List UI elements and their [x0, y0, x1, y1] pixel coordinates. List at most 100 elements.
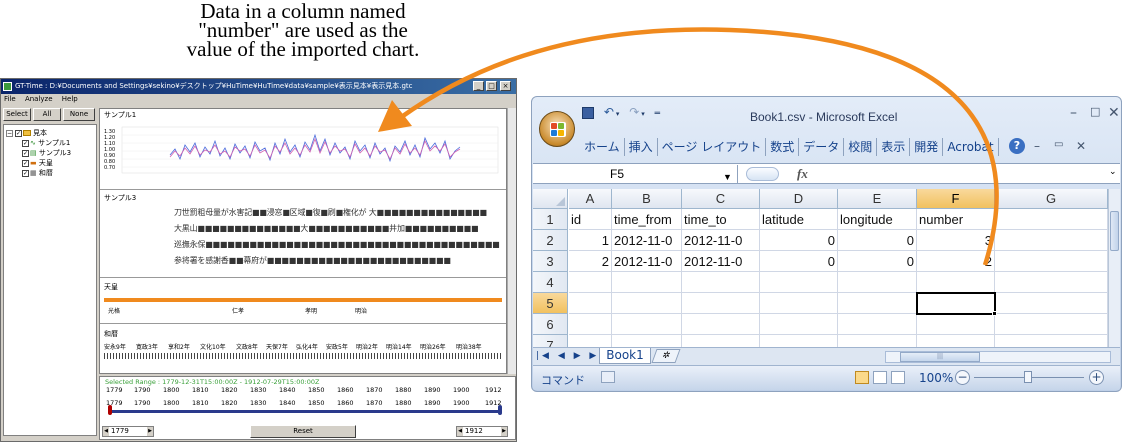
- select-all-corner[interactable]: [533, 189, 568, 209]
- tab-acrobat[interactable]: Acrobat: [943, 138, 999, 156]
- tab-formulas[interactable]: 数式: [766, 138, 800, 156]
- menu-file[interactable]: File: [4, 95, 16, 103]
- spin-right-arrow-icon[interactable]: ▶: [147, 427, 153, 436]
- cell-b1[interactable]: time_from: [612, 209, 682, 230]
- column-header-f[interactable]: F: [917, 189, 995, 209]
- tab-home[interactable]: ホーム: [580, 138, 625, 156]
- cell-a5[interactable]: [569, 293, 612, 314]
- vertical-scrollbar[interactable]: [507, 108, 516, 374]
- insert-sheet-icon[interactable]: ✲: [651, 349, 681, 363]
- cell-g3[interactable]: [995, 251, 1108, 272]
- cell-f4[interactable]: [917, 272, 995, 293]
- ribbon-minimize-button[interactable]: –: [1034, 139, 1040, 153]
- column-header-d[interactable]: D: [760, 189, 838, 209]
- cell-e2[interactable]: 0: [838, 230, 917, 251]
- cell-c2[interactable]: 2012-11-0: [682, 230, 760, 251]
- zoom-slider-thumb[interactable]: [1024, 371, 1032, 383]
- spin-right-arrow-icon[interactable]: ▶: [501, 427, 507, 436]
- tab-data[interactable]: データ: [799, 138, 845, 156]
- cell-c3[interactable]: 2012-11-0: [682, 251, 760, 272]
- close-button[interactable]: ×: [500, 81, 511, 91]
- column-header-e[interactable]: E: [838, 189, 917, 209]
- column-header-g[interactable]: G: [995, 189, 1108, 209]
- tree-item-wareki[interactable]: ✓ ▦ 和暦: [22, 169, 53, 178]
- workbook-restore-button[interactable]: ▭: [1054, 139, 1063, 150]
- none-button[interactable]: None: [63, 108, 95, 121]
- tree-item-sample1[interactable]: ✓ ∿ サンプル1: [22, 139, 70, 148]
- close-button[interactable]: ✕: [1108, 105, 1120, 121]
- start-year-spinner[interactable]: ◀ 1779 ▶: [102, 426, 154, 437]
- cell-c5[interactable]: [682, 293, 760, 314]
- sheet-tab-book1[interactable]: Book1: [599, 348, 651, 364]
- cell-b5[interactable]: [612, 293, 682, 314]
- cell-e5[interactable]: [838, 293, 917, 314]
- cell-g5[interactable]: [995, 293, 1108, 314]
- reset-button[interactable]: Reset: [250, 425, 356, 438]
- tree-item-tenno[interactable]: ✓ ▬ 天皇: [22, 159, 53, 168]
- cell-g1[interactable]: [995, 209, 1108, 230]
- cell-e3[interactable]: 0: [838, 251, 917, 272]
- vertical-scrollbar[interactable]: [1108, 189, 1120, 347]
- checkbox[interactable]: ✓: [22, 159, 29, 167]
- column-header-b[interactable]: B: [612, 189, 682, 209]
- spin-left-arrow-icon[interactable]: ◀: [457, 427, 463, 436]
- cell-f2[interactable]: 3: [917, 230, 995, 251]
- cell-a2[interactable]: 1: [569, 230, 612, 251]
- row-header-2[interactable]: 2: [533, 230, 568, 251]
- cell-d4[interactable]: [760, 272, 838, 293]
- row-header-6[interactable]: 6: [533, 314, 568, 335]
- row-header-1[interactable]: 1: [533, 209, 568, 230]
- office-button[interactable]: [539, 111, 575, 147]
- expand-formula-bar-icon[interactable]: ⌄: [1109, 167, 1117, 177]
- cell-a6[interactable]: [569, 314, 612, 335]
- maximize-button[interactable]: □: [1090, 105, 1100, 118]
- cell-b6[interactable]: [612, 314, 682, 335]
- tab-page-layout[interactable]: ページ レイアウト: [658, 138, 767, 156]
- name-box[interactable]: F5 ▼: [533, 165, 738, 183]
- range-end-handle[interactable]: [498, 405, 502, 415]
- minimize-button[interactable]: _: [473, 81, 484, 91]
- tab-insert[interactable]: 挿入: [625, 138, 658, 156]
- cell-g2[interactable]: [995, 230, 1108, 251]
- undo-dropdown-icon[interactable]: ▾: [616, 110, 620, 118]
- collapse-icon[interactable]: −: [6, 129, 13, 137]
- insert-function-icon[interactable]: fx: [797, 164, 808, 183]
- cell-g4[interactable]: [995, 272, 1108, 293]
- minimize-button[interactable]: –: [1070, 105, 1077, 121]
- zoom-out-button[interactable]: −: [955, 370, 970, 385]
- cell-a3[interactable]: 2: [569, 251, 612, 272]
- cell-f6[interactable]: [917, 314, 995, 335]
- row-header-4[interactable]: 4: [533, 272, 568, 293]
- zoom-in-button[interactable]: +: [1089, 370, 1104, 385]
- cell-f1[interactable]: number: [917, 209, 995, 230]
- cell-d1[interactable]: latitude: [760, 209, 838, 230]
- cell-e1[interactable]: longitude: [838, 209, 917, 230]
- redo-icon[interactable]: ↷: [629, 105, 639, 119]
- formula-cancel-enter-buttons[interactable]: [746, 167, 779, 181]
- cell-c4[interactable]: [682, 272, 760, 293]
- tab-developer[interactable]: 開発: [910, 138, 944, 156]
- normal-view-button[interactable]: [855, 371, 869, 384]
- cell-f3[interactable]: 2: [917, 251, 995, 272]
- cell-d2[interactable]: 0: [760, 230, 838, 251]
- redo-dropdown-icon[interactable]: ▾: [641, 110, 645, 118]
- save-icon[interactable]: [582, 106, 594, 119]
- cell-d5[interactable]: [760, 293, 838, 314]
- menu-help[interactable]: Help: [62, 95, 78, 103]
- cell-d3[interactable]: 0: [760, 251, 838, 272]
- undo-icon[interactable]: ↶: [604, 105, 614, 119]
- cell-c6[interactable]: [682, 314, 760, 335]
- macro-record-icon[interactable]: [601, 371, 615, 383]
- maximize-button[interactable]: □: [486, 81, 497, 91]
- select-button[interactable]: Select: [3, 108, 31, 121]
- workbook-close-button[interactable]: ✕: [1076, 139, 1086, 153]
- cell-e6[interactable]: [838, 314, 917, 335]
- tab-view[interactable]: 表示: [877, 138, 911, 156]
- row-header-3[interactable]: 3: [533, 251, 568, 272]
- chevron-down-icon[interactable]: ▼: [723, 168, 732, 186]
- checkbox[interactable]: ✓: [22, 169, 29, 177]
- all-button[interactable]: All: [33, 108, 61, 121]
- cell-e4[interactable]: [838, 272, 917, 293]
- fill-handle[interactable]: [992, 311, 997, 316]
- cell-a1[interactable]: id: [569, 209, 612, 230]
